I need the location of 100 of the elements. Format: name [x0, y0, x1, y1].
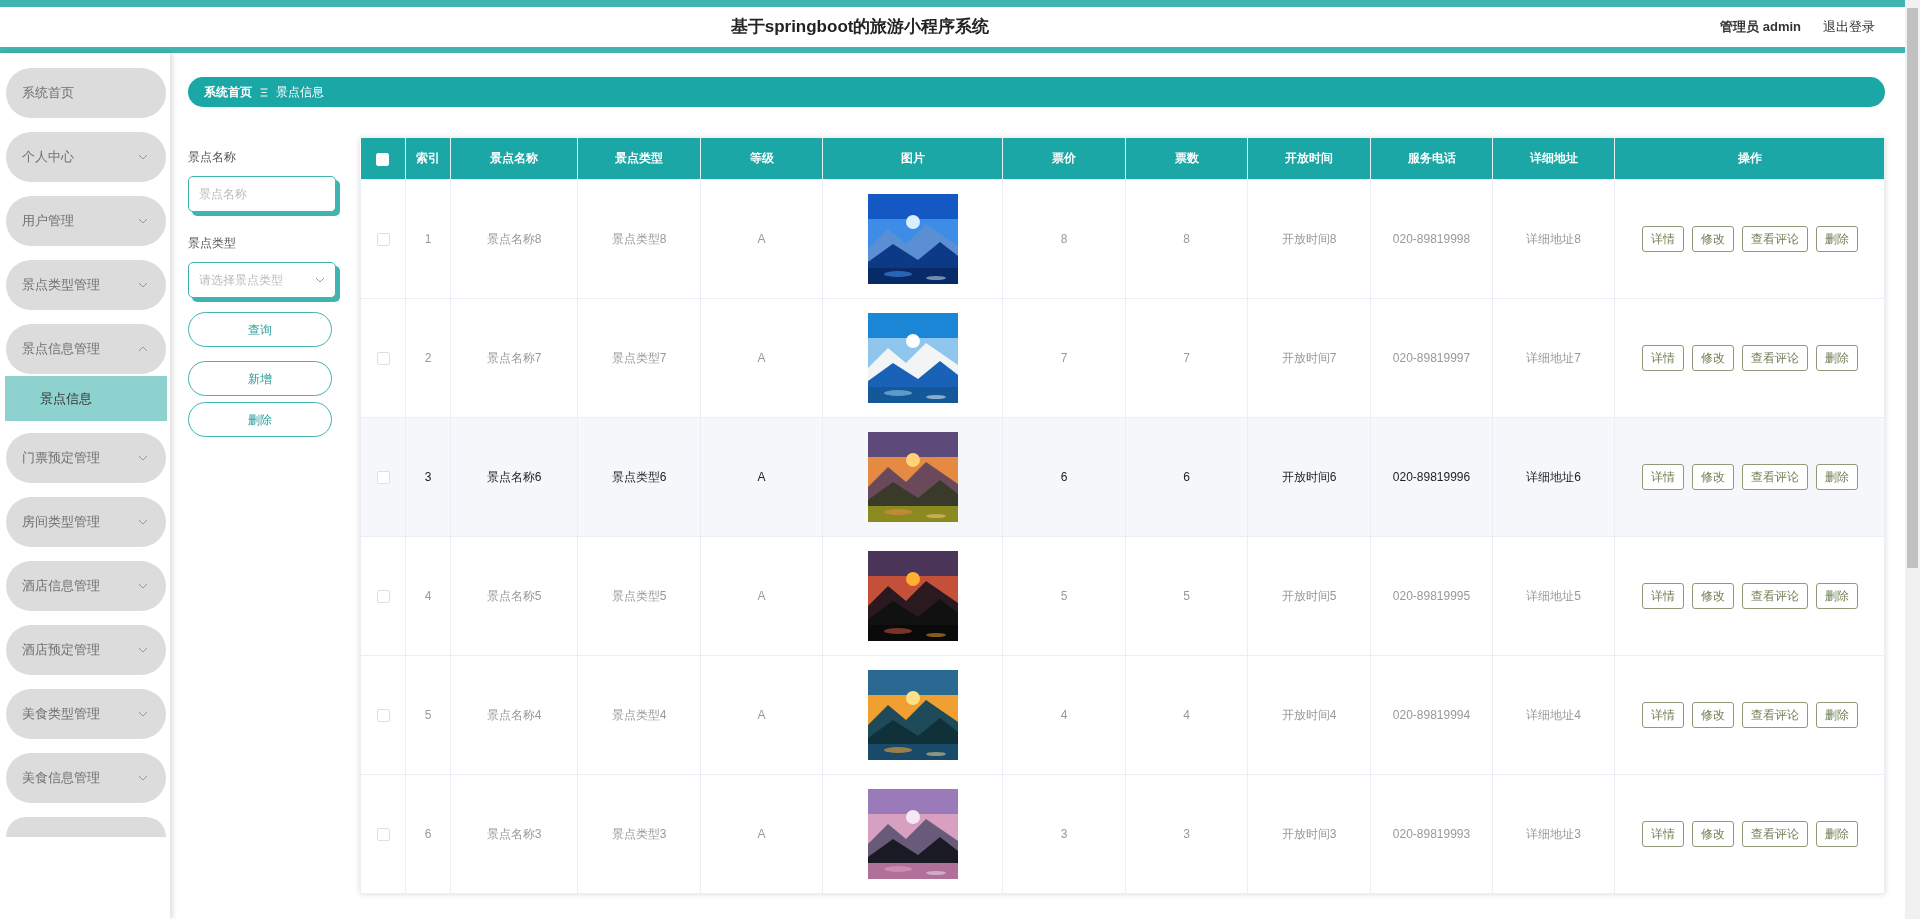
table-cell: 020-89819996: [1392, 469, 1471, 484]
column-header: 开放时间: [1285, 151, 1333, 166]
row-action-button[interactable]: 查看评论: [1741, 820, 1808, 847]
table-cell: 详细地址6: [1526, 469, 1581, 484]
table-cell: 开放时间3: [1281, 826, 1337, 841]
column-header: 等级: [749, 151, 774, 166]
table-cell: 6: [1183, 469, 1190, 484]
column-header: 索引: [416, 151, 440, 166]
sidebar-item[interactable]: 房间类型管理: [6, 497, 166, 547]
sidebar-item[interactable]: 景点类型管理: [6, 260, 166, 310]
sidebar-subitem[interactable]: 景点信息: [5, 376, 167, 421]
table-cell: 详细地址3: [1526, 826, 1581, 841]
breadcrumb-item[interactable]: 系统首页: [204, 83, 252, 101]
table-cell: 景点类型5: [611, 588, 667, 603]
logout-link[interactable]: 退出登录: [1823, 17, 1875, 37]
row-checkbox[interactable]: [376, 351, 390, 365]
row-action-button[interactable]: 查看评论: [1741, 225, 1808, 252]
table-cell: 4: [1183, 707, 1190, 722]
sidebar-item[interactable]: 美食信息管理: [6, 753, 166, 803]
column-header: 图片: [900, 151, 925, 166]
table-cell: 景点名称5: [486, 588, 542, 603]
row-action-button[interactable]: 删除: [1815, 463, 1858, 490]
table-cell: 020-89819998: [1392, 231, 1471, 246]
sidebar-item[interactable]: 用户管理: [6, 196, 166, 246]
row-action-button[interactable]: 查看评论: [1741, 344, 1808, 371]
row-action-button[interactable]: 查看评论: [1741, 701, 1808, 728]
row-action-button[interactable]: 详情: [1641, 701, 1684, 728]
row-action-button[interactable]: 修改: [1691, 701, 1734, 728]
row-action-button[interactable]: 修改: [1691, 582, 1734, 609]
scrollbar[interactable]: [1905, 0, 1920, 919]
row-checkbox[interactable]: [376, 827, 390, 841]
chevron-icon: [315, 277, 325, 283]
admin-label: 管理员 admin: [1720, 18, 1801, 37]
table-cell: 景点名称8: [486, 231, 542, 246]
column-header: 操作: [1737, 151, 1762, 166]
table-cell: A: [757, 231, 766, 246]
table-cell: 020-89819994: [1392, 707, 1471, 722]
row-action-button[interactable]: 修改: [1691, 820, 1734, 847]
table-cell: 景点名称3: [486, 826, 542, 841]
table-cell: 开放时间8: [1281, 231, 1337, 246]
row-action-button[interactable]: 修改: [1691, 344, 1734, 371]
table-cell: 8: [1060, 231, 1068, 246]
row-checkbox[interactable]: [376, 708, 390, 722]
action-button[interactable]: 新增: [188, 361, 332, 396]
table-cell: 7: [1183, 350, 1190, 365]
row-action-button[interactable]: 删除: [1815, 582, 1858, 609]
table-cell: 开放时间7: [1281, 350, 1337, 365]
table-cell: 详细地址5: [1526, 588, 1581, 603]
row-action-button[interactable]: 删除: [1815, 701, 1858, 728]
table-cell: 3: [1183, 826, 1190, 841]
table-cell: 详细地址7: [1526, 350, 1581, 365]
sidebar-item[interactable]: [6, 817, 166, 837]
table-cell: 景点类型4: [611, 707, 667, 722]
table-cell: 3: [424, 469, 432, 484]
table-cell: 景点类型3: [611, 826, 667, 841]
table-cell: 开放时间6: [1281, 469, 1337, 484]
action-button[interactable]: 查询: [188, 312, 332, 347]
sidebar-item[interactable]: 门票预定管理: [6, 433, 166, 483]
action-button[interactable]: 删除: [188, 402, 332, 437]
table-cell: 详细地址4: [1526, 707, 1581, 722]
table-cell: 开放时间4: [1281, 707, 1337, 722]
input-field[interactable]: 景点名称: [188, 176, 336, 212]
sidebar-item[interactable]: 系统首页: [6, 68, 166, 118]
row-action-button[interactable]: 修改: [1691, 225, 1734, 252]
table-cell: 1: [424, 231, 432, 246]
table-cell: 景点名称7: [486, 350, 542, 365]
row-action-button[interactable]: 详情: [1641, 820, 1684, 847]
column-header: 票价: [1052, 151, 1076, 166]
sidebar-item[interactable]: 个人中心: [6, 132, 166, 182]
table-cell: 020-89819997: [1392, 350, 1471, 365]
row-action-button[interactable]: 修改: [1691, 463, 1734, 490]
sidebar-item[interactable]: 美食类型管理: [6, 689, 166, 739]
row-action-button[interactable]: 删除: [1815, 820, 1858, 847]
row-checkbox[interactable]: [376, 589, 390, 603]
row-checkbox[interactable]: [376, 470, 390, 484]
row-action-button[interactable]: 详情: [1641, 463, 1684, 490]
table-cell: A: [757, 707, 766, 722]
select-all-checkbox[interactable]: [376, 152, 390, 166]
column-header: 景点类型: [615, 151, 663, 166]
row-action-button[interactable]: 查看评论: [1741, 463, 1808, 490]
row-checkbox[interactable]: [376, 232, 390, 246]
row-action-button[interactable]: 删除: [1815, 344, 1858, 371]
row-action-button[interactable]: 查看评论: [1741, 582, 1808, 609]
column-header: 票数: [1174, 151, 1199, 166]
row-action-button[interactable]: 删除: [1815, 225, 1858, 252]
row-action-button[interactable]: 详情: [1641, 344, 1684, 371]
column-header: 详细地址: [1529, 151, 1578, 166]
table-cell: 5: [1060, 588, 1068, 603]
row-action-button[interactable]: 详情: [1641, 582, 1684, 609]
table-cell: 7: [1060, 350, 1068, 365]
sidebar-item[interactable]: 酒店信息管理: [6, 561, 166, 611]
table-cell: 景点类型6: [611, 469, 667, 484]
table-cell: 2: [424, 350, 432, 365]
table-cell: 4: [1060, 707, 1068, 722]
table-cell: 景点名称4: [486, 707, 542, 722]
separator-icon: [260, 87, 268, 97]
sidebar-item[interactable]: 景点信息管理: [6, 324, 166, 374]
breadcrumb-item: 景点信息: [276, 84, 324, 101]
sidebar-item[interactable]: 酒店预定管理: [6, 625, 166, 675]
row-action-button[interactable]: 详情: [1641, 225, 1684, 252]
